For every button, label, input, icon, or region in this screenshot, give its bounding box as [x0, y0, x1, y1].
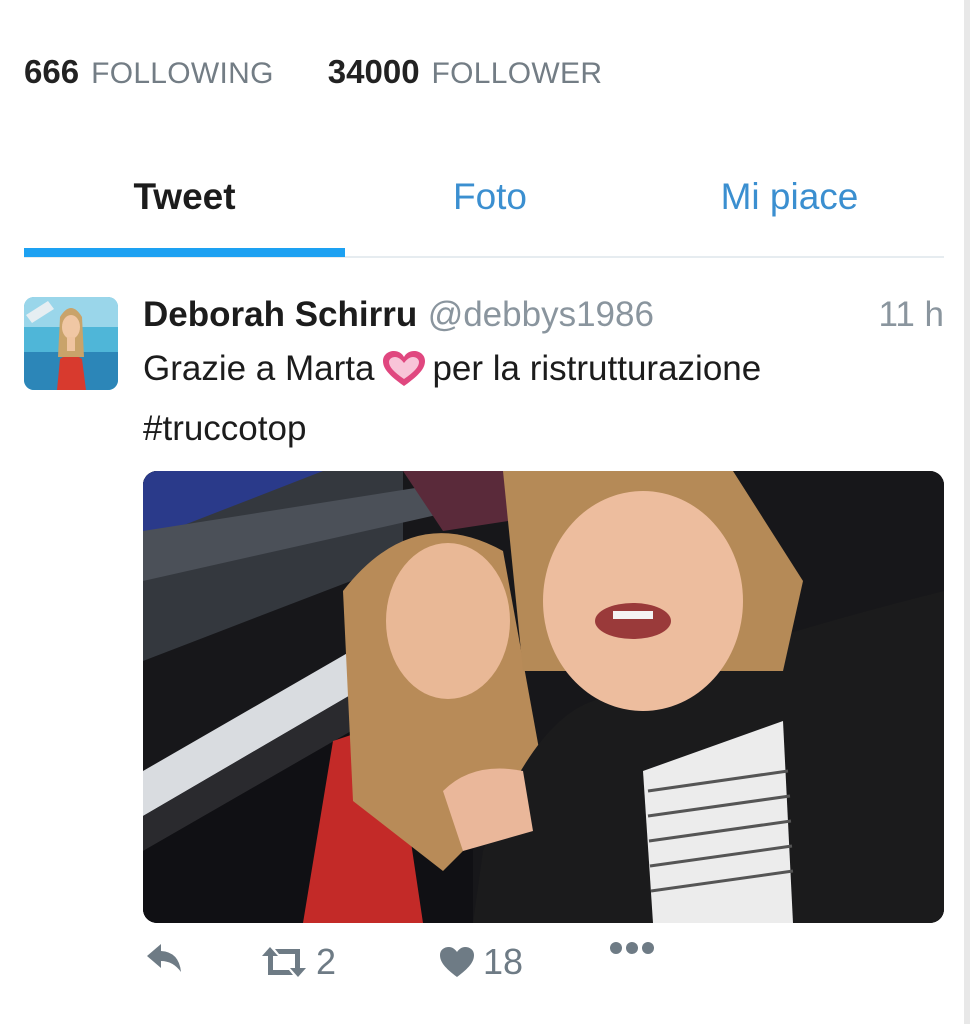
following-stat[interactable]: 666 FOLLOWING — [24, 53, 274, 91]
following-count: 666 — [24, 53, 80, 90]
retweet-button[interactable]: 2 — [260, 941, 336, 983]
tweet-time: 11 h — [878, 295, 944, 334]
follower-stat[interactable]: 34000 FOLLOWER — [328, 53, 603, 91]
heart-icon — [439, 946, 475, 978]
like-button[interactable]: 18 — [439, 941, 523, 983]
author-handle[interactable]: @debbys1986 — [428, 295, 654, 334]
tweet-content: Deborah Schirru @debbys1986 11 h Grazie … — [143, 295, 944, 455]
more-options-button[interactable] — [609, 941, 655, 955]
scroll-edge — [964, 0, 970, 1024]
retweet-icon — [260, 945, 308, 979]
tab-foto[interactable]: Foto — [345, 176, 635, 218]
tweet-text-part-1: Grazie a Marta — [143, 349, 375, 388]
follower-count: 34000 — [327, 53, 420, 90]
retweet-count: 2 — [316, 941, 337, 982]
follower-label: FOLLOWER — [431, 57, 603, 90]
author-name[interactable]: Deborah Schirru — [143, 295, 417, 334]
reply-icon — [145, 941, 183, 975]
tab-tweet[interactable]: Tweet — [24, 176, 345, 218]
profile-tabs: Tweet Foto Mi piace — [24, 170, 944, 258]
following-label: FOLLOWING — [91, 57, 274, 90]
active-tab-indicator — [24, 248, 345, 257]
reply-button[interactable] — [145, 941, 183, 975]
tweet-text-part-2: per la ristrutturazione — [432, 349, 762, 388]
hashtag-link[interactable]: #truccotop — [143, 409, 306, 448]
profile-stats: 666 FOLLOWING 34000 FOLLOWER — [24, 52, 656, 92]
avatar[interactable] — [24, 297, 118, 390]
tab-mi-piace[interactable]: Mi piace — [635, 176, 944, 218]
tweet-header: Deborah Schirru @debbys1986 11 h — [143, 295, 944, 341]
more-dots-icon — [609, 941, 655, 955]
pink-heart-emoji-icon — [382, 350, 426, 403]
tweet-photo[interactable] — [143, 471, 944, 923]
tweet-text: Grazie a Marta per la ristrutturazione #t… — [143, 343, 944, 455]
tweet-actions: 2 18 — [143, 941, 944, 1011]
like-count: 18 — [483, 941, 524, 982]
